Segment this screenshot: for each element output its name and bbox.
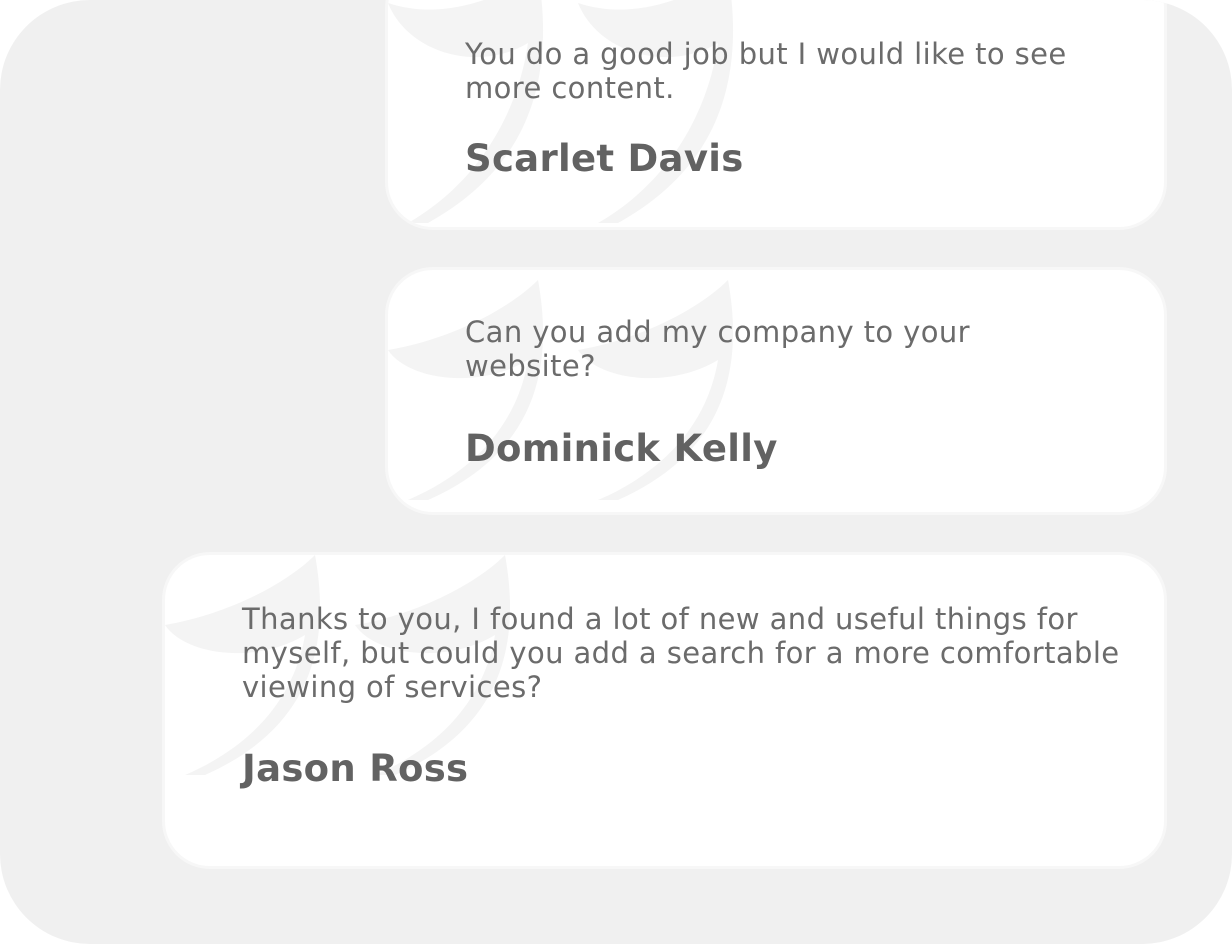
testimonial-card: You do a good job but I would like to se… — [385, 0, 1167, 230]
testimonial-text: Thanks to you, I found a lot of new and … — [242, 602, 1120, 704]
testimonial-author: Scarlet Davis — [465, 137, 744, 180]
quote-icon — [388, 0, 734, 223]
testimonial-card: Thanks to you, I found a lot of new and … — [162, 552, 1167, 869]
testimonial-text: Can you add my company to your website? — [465, 315, 970, 383]
testimonials-panel: You do a good job but I would like to se… — [0, 0, 1232, 944]
testimonial-author: Dominick Kelly — [465, 427, 778, 470]
testimonial-author: Jason Ross — [242, 747, 469, 790]
testimonial-card: Can you add my company to your website? … — [385, 267, 1167, 515]
testimonial-text: You do a good job but I would like to se… — [465, 37, 1067, 105]
quote-icon — [388, 280, 734, 500]
